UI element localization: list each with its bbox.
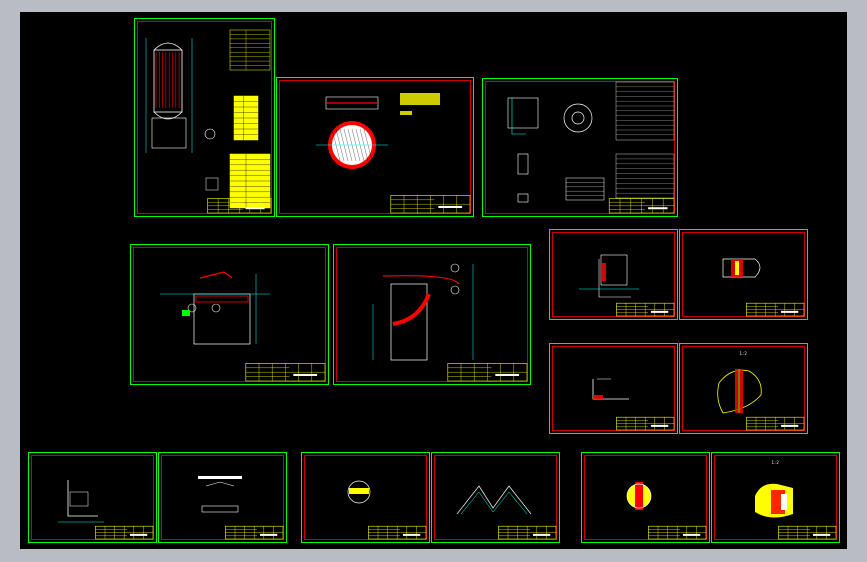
- sheet-graphic: [549, 343, 678, 434]
- sheet-graphic: [711, 452, 840, 543]
- scale-label: 1:2: [739, 351, 747, 356]
- title-block: [390, 195, 471, 214]
- drawing-sheet-nozzle-section[interactable]: [130, 244, 329, 385]
- title-block: [778, 525, 837, 540]
- title-block: [616, 416, 675, 431]
- title-block: [648, 525, 707, 540]
- drawing-sheet-circle-detail-a[interactable]: [301, 452, 430, 543]
- title-block: [225, 525, 284, 540]
- sheet-graphic: [158, 452, 287, 543]
- drawing-sheet-v-detail[interactable]: [431, 452, 560, 543]
- sheet-graphic: [134, 18, 275, 217]
- drawing-sheet-vessel-assembly[interactable]: [134, 18, 275, 217]
- sheet-graphic: [679, 343, 808, 434]
- drawing-sheet-small-detail-a[interactable]: [28, 452, 157, 543]
- drawing-sheet-weld-detail-2[interactable]: [679, 229, 808, 320]
- drawing-sheet-flange-1-2[interactable]: 1:2: [711, 452, 840, 543]
- sheet-graphic: [679, 229, 808, 320]
- drawing-sheet-flange-detail[interactable]: [482, 78, 678, 217]
- drawing-viewport[interactable]: 1:2 1:2: [20, 12, 847, 549]
- drawing-sheet-circle-detail-b[interactable]: [581, 452, 710, 543]
- sheet-graphic: [482, 78, 678, 217]
- title-block: [498, 525, 557, 540]
- drawing-sheet-detail-1-2[interactable]: 1:2: [679, 343, 808, 434]
- sheet-graphic: [301, 452, 430, 543]
- title-block: [447, 363, 528, 382]
- sheet-graphic: [581, 452, 710, 543]
- drawing-sheet-small-detail-b[interactable]: [158, 452, 287, 543]
- title-block: [746, 416, 805, 431]
- title-block: [95, 525, 154, 540]
- scale-label: 1:2: [771, 460, 779, 465]
- title-block: [746, 302, 805, 317]
- sheet-graphic: [130, 244, 329, 385]
- sheet-graphic: [28, 452, 157, 543]
- title-block: [245, 363, 326, 382]
- drawing-sheet-tube-sheet[interactable]: [276, 77, 474, 217]
- sheet-graphic: [276, 77, 474, 217]
- drawing-sheet-angle-weld[interactable]: [549, 343, 678, 434]
- title-block: [368, 525, 427, 540]
- drawing-sheet-weld-detail-1[interactable]: [549, 229, 678, 320]
- sheet-graphic: [431, 452, 560, 543]
- title-block: [616, 302, 675, 317]
- drawing-sheet-head-detail[interactable]: [333, 244, 531, 385]
- sheet-graphic: [333, 244, 531, 385]
- sheet-graphic: [549, 229, 678, 320]
- title-block: [608, 198, 675, 214]
